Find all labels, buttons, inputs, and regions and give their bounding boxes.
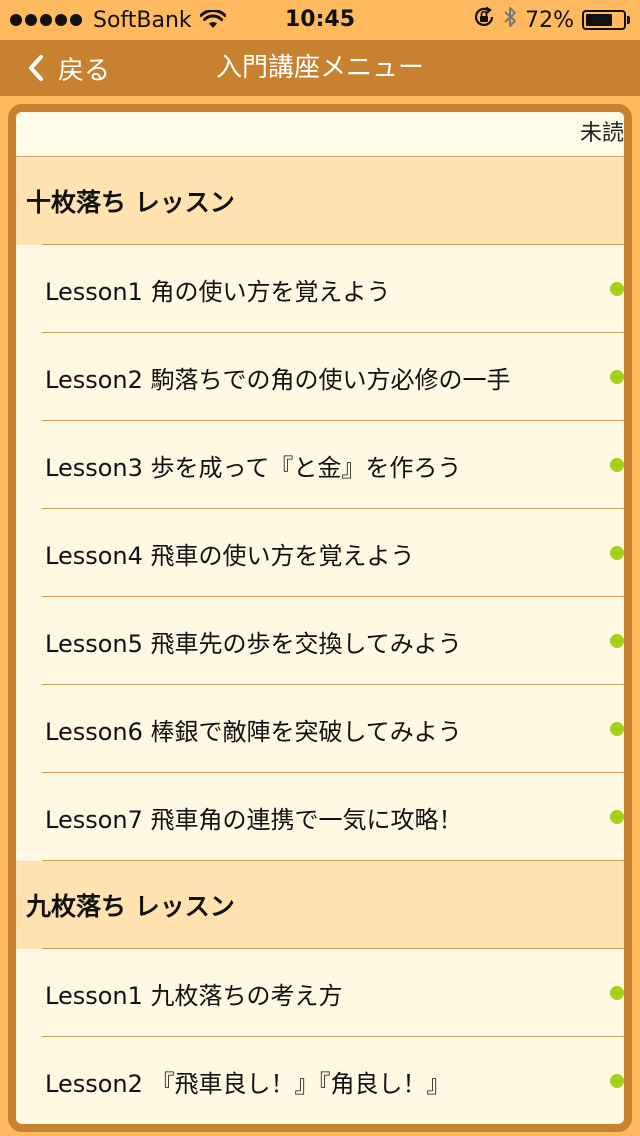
battery-percent: 72% [525, 7, 574, 33]
rotation-lock-icon [473, 6, 495, 34]
battery-fill [586, 14, 612, 26]
lesson-row[interactable]: Lesson3 歩を成って『と金』を作ろう [16, 421, 624, 509]
unread-dot-icon [610, 546, 624, 560]
section-header: 九枚落ち レッスン [16, 861, 624, 949]
battery-icon [582, 10, 630, 30]
lesson-list-frame: 未読 十枚落ち レッスン Lesson1 角の使い方を覚えよう Lesson2 … [8, 104, 632, 1132]
unread-dot-icon [610, 722, 624, 736]
lesson-row[interactable]: Lesson2 駒落ちでの角の使い方必修の一手 [16, 333, 624, 421]
lesson-row[interactable]: Lesson1 九枚落ちの考え方 [16, 949, 624, 1037]
lesson-row[interactable]: Lesson5 飛車先の歩を交換してみよう [16, 597, 624, 685]
unread-dot-icon [610, 810, 624, 824]
status-bar: SoftBank 10:45 72% [0, 0, 640, 40]
lesson-title: Lesson4 飛車の使い方を覚えよう [45, 541, 415, 570]
status-right: 72% [465, 0, 630, 40]
nav-bar: 戻る 入門講座メニュー [0, 40, 640, 96]
list-header: 未読 [16, 112, 624, 157]
lesson-title: Lesson3 歩を成って『と金』を作ろう [45, 453, 462, 482]
lesson-title: Lesson6 棒銀で敵陣を突破してみよう [45, 717, 462, 746]
lesson-row[interactable]: Lesson4 飛車の使い方を覚えよう [16, 509, 624, 597]
lesson-title: Lesson2 『飛車良し！』『角良し！』 [45, 1069, 451, 1098]
section-header: 十枚落ち レッスン [16, 157, 624, 245]
lesson-title: Lesson7 飛車角の連携で一気に攻略！ [45, 805, 463, 834]
unread-dot-icon [610, 634, 624, 648]
battery-tip [627, 16, 630, 24]
unread-column-label: 未読 [579, 121, 624, 146]
lesson-title: Lesson2 駒落ちでの角の使い方必修の一手 [45, 365, 511, 394]
page-title: 入門講座メニュー [215, 53, 424, 83]
lesson-row[interactable]: Lesson7 飛車角の連携で一気に攻略！ [16, 773, 624, 861]
lesson-row[interactable]: Lesson6 棒銀で敵陣を突破してみよう [16, 685, 624, 773]
unread-dot-icon [610, 986, 624, 1000]
lesson-row[interactable]: Lesson2 『飛車良し！』『角良し！』 [16, 1037, 624, 1124]
unread-dot-icon [610, 458, 624, 472]
lesson-title: Lesson1 角の使い方を覚えよう [45, 277, 391, 306]
unread-dot-icon [610, 1074, 624, 1088]
bluetooth-icon [503, 5, 517, 35]
lesson-title: Lesson5 飛車先の歩を交換してみよう [45, 629, 462, 658]
battery-body [582, 10, 626, 30]
lesson-row[interactable]: Lesson1 角の使い方を覚えよう [16, 245, 624, 333]
lesson-title: Lesson1 九枚落ちの考え方 [45, 981, 343, 1010]
unread-dot-icon [610, 282, 624, 296]
unread-dot-icon [610, 370, 624, 384]
